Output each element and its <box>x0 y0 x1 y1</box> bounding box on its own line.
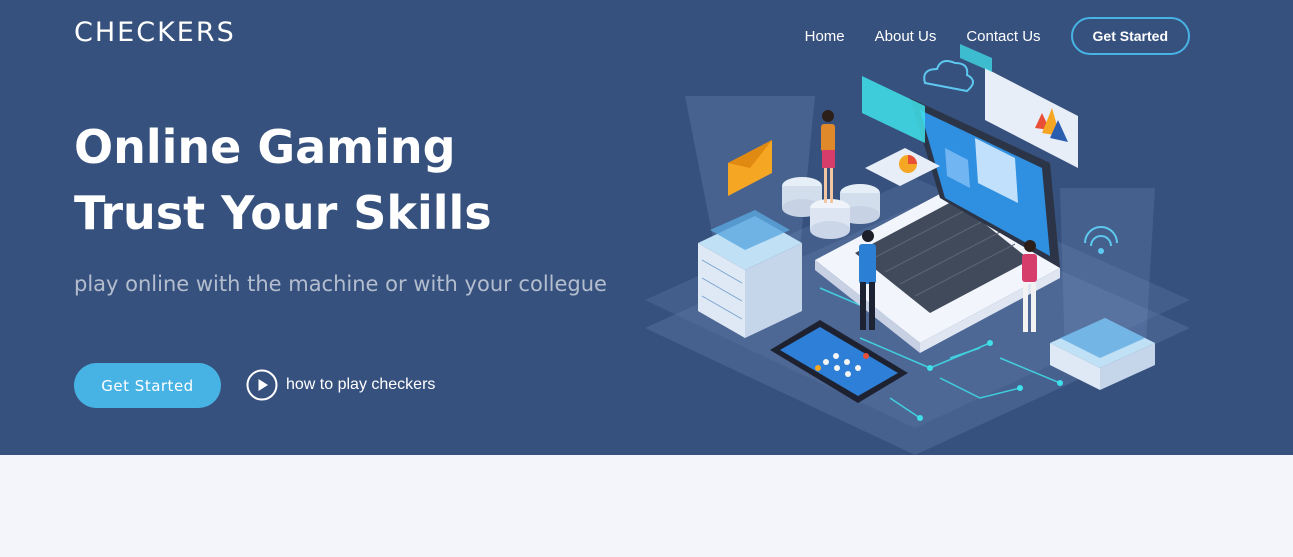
play-circle-icon[interactable] <box>246 369 278 401</box>
content-section <box>0 455 1293 557</box>
hero-get-started-button[interactable]: Get Started <box>74 363 221 408</box>
hero-title-line-1: Online Gaming <box>74 120 456 174</box>
how-to-play-link[interactable]: how to play checkers <box>246 369 435 401</box>
hero-title-line-2: Trust Your Skills <box>74 186 492 240</box>
hero-section: CHECKERS Home About Us Contact Us Get St… <box>0 0 1293 455</box>
logo[interactable]: CHECKERS <box>74 17 236 48</box>
hero-subtitle: play online with the machine or with you… <box>74 272 607 296</box>
hero-title: Online Gaming Trust Your Skills <box>74 114 634 246</box>
how-to-play-label: how to play checkers <box>286 376 436 393</box>
isometric-gaming-illustration <box>645 44 1190 455</box>
